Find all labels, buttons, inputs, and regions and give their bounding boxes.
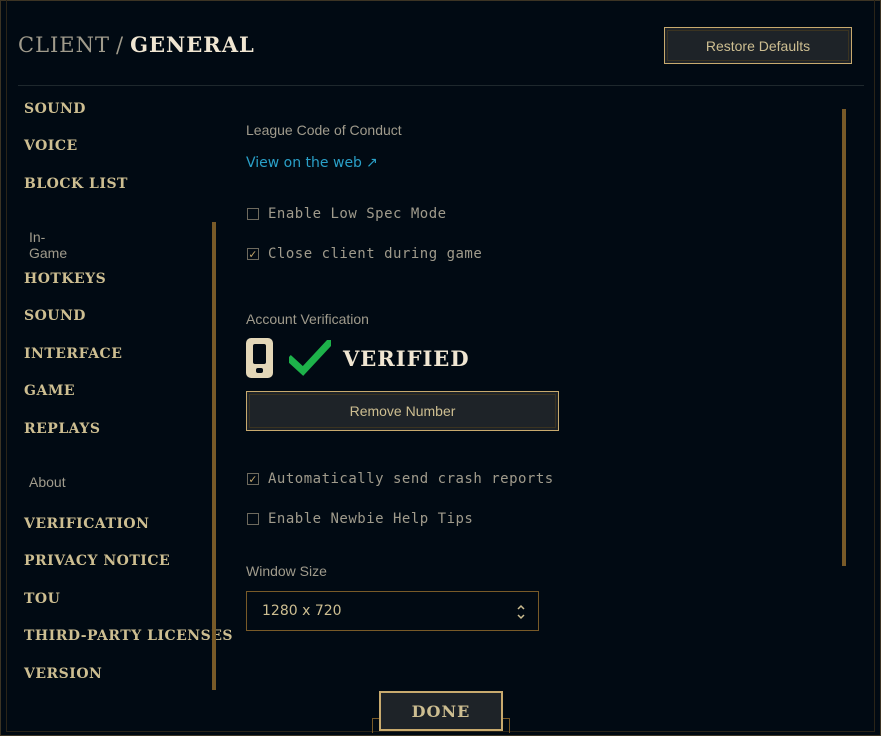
- sidebar-item-interface[interactable]: INTERFACE: [24, 346, 122, 362]
- sidebar-item-version[interactable]: VERSION: [24, 666, 102, 682]
- done-flare-right: [503, 718, 510, 733]
- view-on-web-label[interactable]: View on the web: [246, 155, 362, 171]
- sidebar-item-hotkeys[interactable]: HOTKEYS: [24, 271, 106, 287]
- newbie-tips-label[interactable]: Enable Newbie Help Tips: [268, 511, 473, 527]
- up-down-chevron-icon: [517, 604, 525, 620]
- verified-status: VERIFIED: [246, 338, 470, 378]
- sidebar-item-third-party-licenses[interactable]: THIRD-PARTY LICENSES: [24, 628, 233, 644]
- breadcrumb-separator: /: [116, 33, 125, 57]
- checkmark-icon: ✓: [249, 472, 257, 486]
- sidebar-section-in-game: In-Game: [29, 229, 68, 261]
- low-spec-checkbox-row[interactable]: Enable Low Spec Mode: [247, 206, 447, 222]
- external-link-icon: ↗: [365, 155, 378, 171]
- low-spec-label[interactable]: Enable Low Spec Mode: [268, 206, 447, 222]
- phone-icon: [246, 338, 273, 378]
- conduct-label: League Code of Conduct: [246, 122, 402, 138]
- crash-reports-checkbox-row[interactable]: ✓ Automatically send crash reports: [247, 471, 554, 487]
- view-on-web-link[interactable]: View on the web ↗: [246, 155, 378, 171]
- content-scrollbar[interactable]: [842, 109, 846, 566]
- sidebar-item-game[interactable]: GAME: [24, 383, 75, 399]
- done-flare-left: [372, 718, 379, 733]
- sidebar-item-verification[interactable]: VERIFICATION: [24, 516, 149, 532]
- close-client-label[interactable]: Close client during game: [268, 246, 482, 262]
- sidebar-item-privacy-notice[interactable]: PRIVACY NOTICE: [24, 553, 170, 569]
- crash-reports-checkbox[interactable]: ✓: [247, 473, 259, 485]
- page-title: CLIENT / GENERAL: [18, 32, 255, 57]
- sidebar-item-replays[interactable]: REPLAYS: [24, 421, 100, 437]
- restore-defaults-button[interactable]: Restore Defaults: [664, 27, 852, 64]
- window-size-select[interactable]: 1280 x 720: [246, 591, 539, 631]
- account-verification-label: Account Verification: [246, 311, 369, 327]
- breadcrumb-parent: CLIENT: [18, 33, 111, 57]
- verified-check-icon: [289, 340, 331, 376]
- breadcrumb-current: GENERAL: [130, 32, 255, 57]
- window-size-label: Window Size: [246, 563, 327, 579]
- window-size-value[interactable]: 1280 x 720: [262, 603, 342, 619]
- newbie-tips-checkbox-row[interactable]: Enable Newbie Help Tips: [247, 511, 473, 527]
- header-divider: [18, 85, 864, 86]
- low-spec-checkbox[interactable]: [247, 208, 259, 220]
- verified-text: VERIFIED: [343, 345, 470, 371]
- sidebar-section-about: About: [29, 474, 66, 490]
- sidebar-scrollbar[interactable]: [212, 222, 216, 690]
- sidebar-item-voice[interactable]: VOICE: [24, 138, 78, 154]
- crash-reports-label[interactable]: Automatically send crash reports: [268, 471, 554, 487]
- checkmark-icon: ✓: [249, 247, 257, 261]
- sidebar-item-tou[interactable]: TOU: [24, 591, 60, 607]
- remove-number-button[interactable]: Remove Number: [246, 391, 559, 431]
- clipped-setting-row: [246, 664, 366, 674]
- close-client-checkbox[interactable]: ✓: [247, 248, 259, 260]
- sidebar-item-block-list[interactable]: BLOCK LIST: [24, 176, 128, 192]
- sidebar-item-sound[interactable]: SOUND: [24, 101, 86, 117]
- newbie-tips-checkbox[interactable]: [247, 513, 259, 525]
- sidebar-item-ingame-sound[interactable]: SOUND: [24, 308, 86, 324]
- done-button[interactable]: DONE: [379, 691, 503, 731]
- close-client-checkbox-row[interactable]: ✓ Close client during game: [247, 246, 482, 262]
